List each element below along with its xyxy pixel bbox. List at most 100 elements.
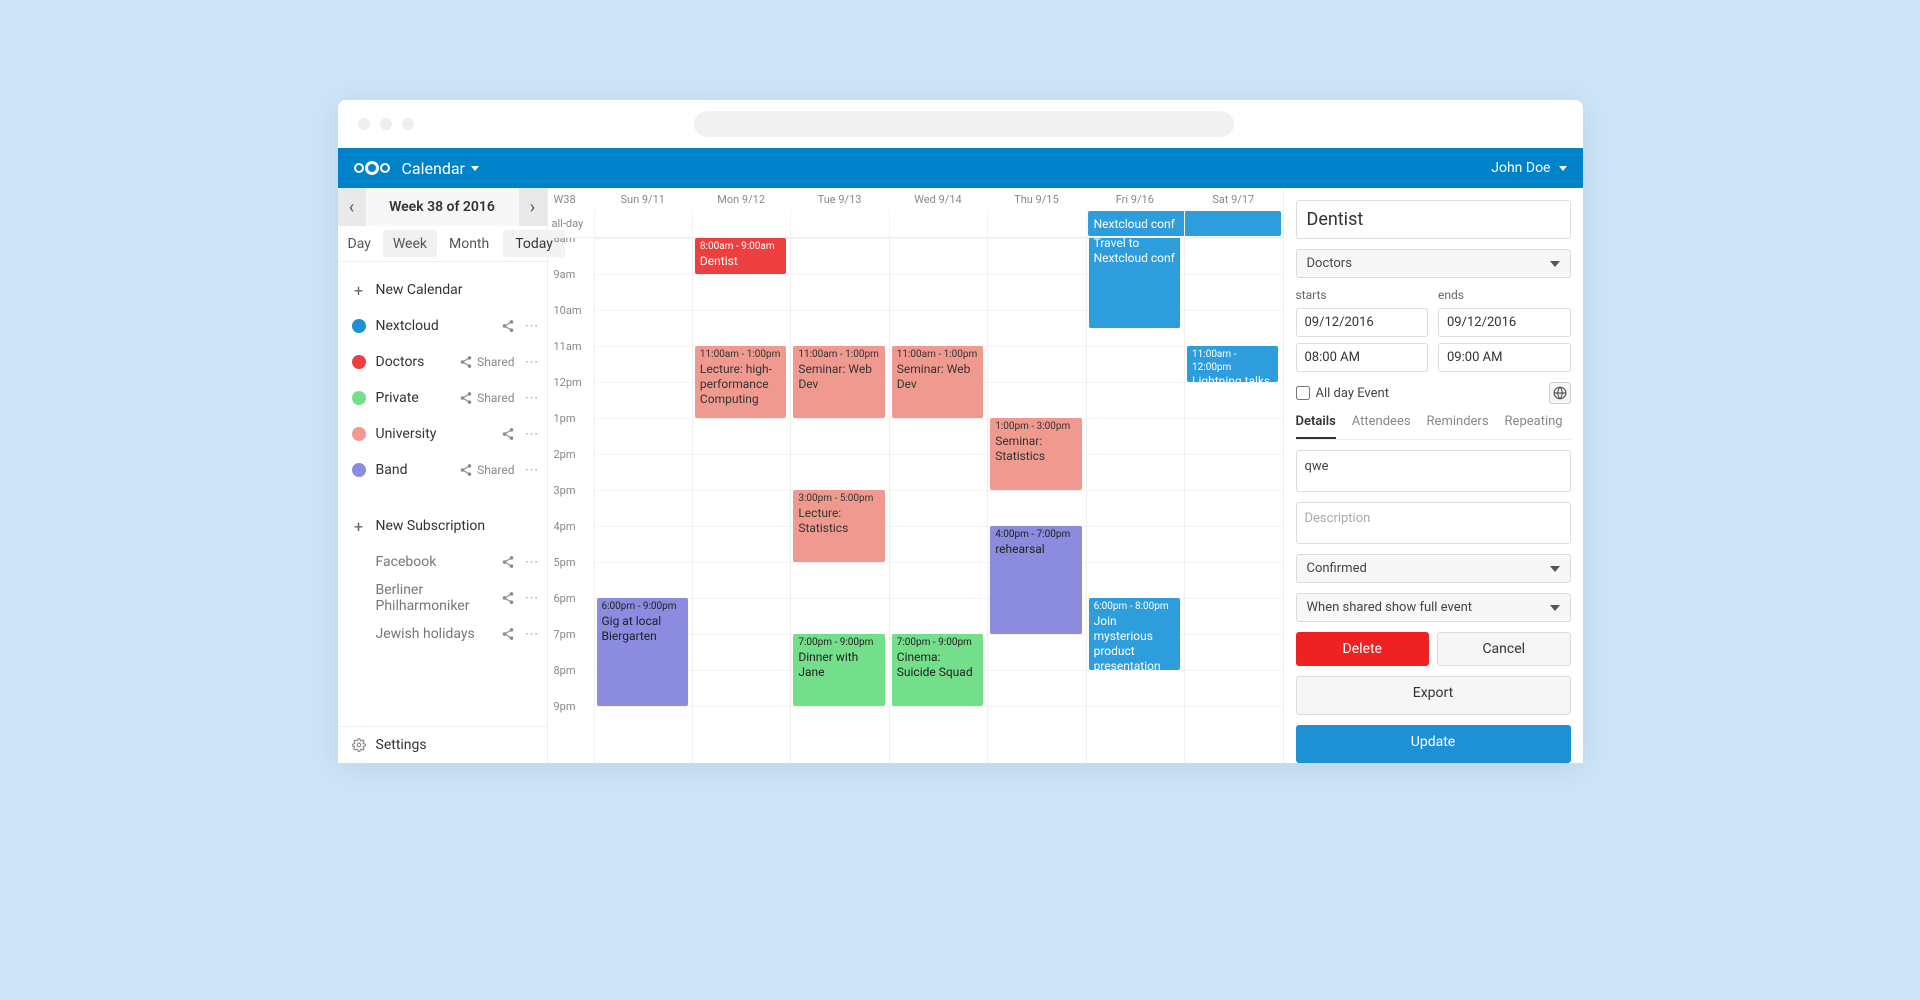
share-button[interactable]: Shared xyxy=(459,391,514,405)
calendar-event[interactable]: 1:00pm - 3:00pmSeminar: Statistics xyxy=(990,418,1081,490)
allday-cell[interactable] xyxy=(692,210,790,237)
subscription-name: Berliner Philharmoniker xyxy=(376,582,491,614)
new-calendar-button[interactable]: + New Calendar xyxy=(338,272,547,308)
calendar-item[interactable]: Nextcloud ⋯ xyxy=(338,308,547,344)
start-date-input[interactable]: 09/12/2016 xyxy=(1296,308,1429,337)
view-month-button[interactable]: Month xyxy=(439,226,499,261)
description-input[interactable]: Description xyxy=(1296,502,1571,544)
calendar-name: Nextcloud xyxy=(376,318,491,334)
more-button[interactable]: ⋯ xyxy=(525,462,539,478)
allday-cell[interactable] xyxy=(889,210,987,237)
day-column[interactable]: 11:00am - 1:00pmSeminar: Web Dev 7:00pm -… xyxy=(889,238,987,763)
calendar-event[interactable]: 11:00am - 12:00pmLightning talks xyxy=(1187,346,1278,382)
calendar-color-dot xyxy=(352,391,366,405)
calendar-event[interactable]: 4:00pm - 7:00pmrehearsal xyxy=(990,526,1081,634)
period-label: Week 38 of 2016 xyxy=(366,199,519,215)
start-time-input[interactable]: 08:00 AM xyxy=(1296,343,1429,372)
subscription-item[interactable]: Facebook ⋯ xyxy=(338,544,547,580)
visibility-select[interactable]: When shared show full event xyxy=(1296,593,1571,622)
more-button[interactable]: ⋯ xyxy=(525,626,539,642)
subscription-item[interactable]: Jewish holidays⋯ xyxy=(338,616,547,652)
calendar-item[interactable]: PrivateShared⋯ xyxy=(338,380,547,416)
event-time: 7:00pm - 9:00pm xyxy=(798,637,879,650)
more-button[interactable]: ⋯ xyxy=(525,590,539,606)
prev-week-button[interactable]: ‹ xyxy=(338,188,366,226)
nextcloud-logo-icon[interactable] xyxy=(354,161,390,175)
calendar-item[interactable]: DoctorsShared⋯ xyxy=(338,344,547,380)
calendar-event[interactable]: 7:30am - 10:30amTravel to Nextcloud conf xyxy=(1089,238,1180,328)
day-header-row: W38 Sun 9/11 Mon 9/12 Tue 9/13 Wed 9/14 … xyxy=(548,188,1283,210)
calendar-item[interactable]: BandShared⋯ xyxy=(338,452,547,488)
day-column[interactable]: 1:00pm - 3:00pmSeminar: Statistics 4:00pm… xyxy=(987,238,1085,763)
end-time-input[interactable]: 09:00 AM xyxy=(1438,343,1571,372)
allday-checkbox-input[interactable] xyxy=(1296,386,1310,400)
delete-button[interactable]: Delete xyxy=(1296,632,1430,666)
traffic-dot xyxy=(402,118,414,130)
allday-cell[interactable] xyxy=(1184,210,1282,237)
app-switcher[interactable]: Calendar xyxy=(402,159,479,178)
tab-details[interactable]: Details xyxy=(1296,414,1336,439)
calendar-event[interactable]: 3:00pm - 5:00pmLecture: Statistics xyxy=(793,490,884,562)
tab-repeating[interactable]: Repeating xyxy=(1505,414,1563,439)
calendar-event[interactable]: 11:00am - 1:00pmLecture: high-performanc… xyxy=(695,346,786,418)
calendar-select[interactable]: Doctors xyxy=(1296,249,1571,278)
allday-cell[interactable]: Nextcloud conf xyxy=(1086,210,1184,237)
allday-cell[interactable] xyxy=(987,210,1085,237)
calendar-event[interactable]: 7:00pm - 9:00pmCinema: Suicide Squad xyxy=(892,634,983,706)
subscription-name: Facebook xyxy=(376,554,491,570)
event-title-input[interactable]: Dentist xyxy=(1296,200,1571,239)
day-column[interactable]: 8:00am - 9:00amDentist 11:00am - 1:00pmLe… xyxy=(692,238,790,763)
user-menu[interactable]: John Doe xyxy=(1491,160,1566,176)
subscription-item[interactable]: Berliner Philharmoniker ⋯ xyxy=(338,580,547,616)
chevron-down-icon xyxy=(471,166,479,171)
more-button[interactable]: ⋯ xyxy=(525,354,539,370)
share-button[interactable]: Shared xyxy=(459,355,514,369)
tab-reminders[interactable]: Reminders xyxy=(1427,414,1489,439)
calendar-event[interactable]: 11:00am - 1:00pmSeminar: Web Dev xyxy=(793,346,884,418)
more-button[interactable]: ⋯ xyxy=(525,426,539,442)
next-week-button[interactable]: › xyxy=(519,188,547,226)
view-switcher: Day Week Month Today xyxy=(338,226,547,262)
calendar-event[interactable]: 6:00pm - 8:00pmJoin mysterious product p… xyxy=(1089,598,1180,670)
tab-attendees[interactable]: Attendees xyxy=(1352,414,1411,439)
status-select[interactable]: Confirmed xyxy=(1296,554,1571,583)
details-tabs: Details Attendees Reminders Repeating xyxy=(1296,414,1571,440)
end-date-input[interactable]: 09/12/2016 xyxy=(1438,308,1571,337)
day-column[interactable]: 11:00am - 12:00pmLightning talks xyxy=(1184,238,1282,763)
cancel-button[interactable]: Cancel xyxy=(1437,632,1571,666)
settings-button[interactable]: Settings xyxy=(338,727,547,763)
view-day-button[interactable]: Day xyxy=(338,226,381,261)
share-button[interactable] xyxy=(501,555,515,569)
hour-label: 3pm xyxy=(548,484,594,520)
day-column[interactable]: 11:00am - 1:00pmSeminar: Web Dev 3:00pm -… xyxy=(790,238,888,763)
calendar-item[interactable]: University⋯ xyxy=(338,416,547,452)
timezone-button[interactable] xyxy=(1549,382,1571,404)
new-subscription-button[interactable]: + New Subscription xyxy=(338,508,547,544)
url-bar[interactable] xyxy=(694,111,1234,137)
day-column[interactable]: 6:00pm - 9:00pmGig at local Biergarten xyxy=(594,238,692,763)
share-button[interactable]: Shared xyxy=(459,463,514,477)
share-button[interactable] xyxy=(501,591,515,605)
share-button[interactable] xyxy=(501,427,515,441)
day-column[interactable]: 7:30am - 10:30amTravel to Nextcloud conf… xyxy=(1086,238,1184,763)
day-header: Thu 9/15 xyxy=(987,193,1085,206)
allday-cell[interactable] xyxy=(594,210,692,237)
calendar-event[interactable]: 11:00am - 1:00pmSeminar: Web Dev xyxy=(892,346,983,418)
share-button[interactable] xyxy=(501,319,515,333)
calendar-event[interactable]: 6:00pm - 9:00pmGig at local Biergarten xyxy=(597,598,688,706)
calendar-color-dot xyxy=(352,427,366,441)
more-button[interactable]: ⋯ xyxy=(525,390,539,406)
allday-checkbox[interactable]: All day Event xyxy=(1296,386,1389,401)
event-title: Dentist xyxy=(700,254,781,269)
hour-label: 1pm xyxy=(548,412,594,448)
update-button[interactable]: Update xyxy=(1296,725,1571,764)
calendar-event[interactable]: 8:00am - 9:00amDentist xyxy=(695,238,786,274)
more-button[interactable]: ⋯ xyxy=(525,318,539,334)
allday-cell[interactable] xyxy=(790,210,888,237)
calendar-event[interactable]: 7:00pm - 9:00pmDinner with Jane xyxy=(793,634,884,706)
export-button[interactable]: Export xyxy=(1296,676,1571,715)
more-button[interactable]: ⋯ xyxy=(525,554,539,570)
share-button[interactable] xyxy=(501,627,515,641)
location-input[interactable]: qwe xyxy=(1296,450,1571,492)
view-week-button[interactable]: Week xyxy=(383,230,437,257)
